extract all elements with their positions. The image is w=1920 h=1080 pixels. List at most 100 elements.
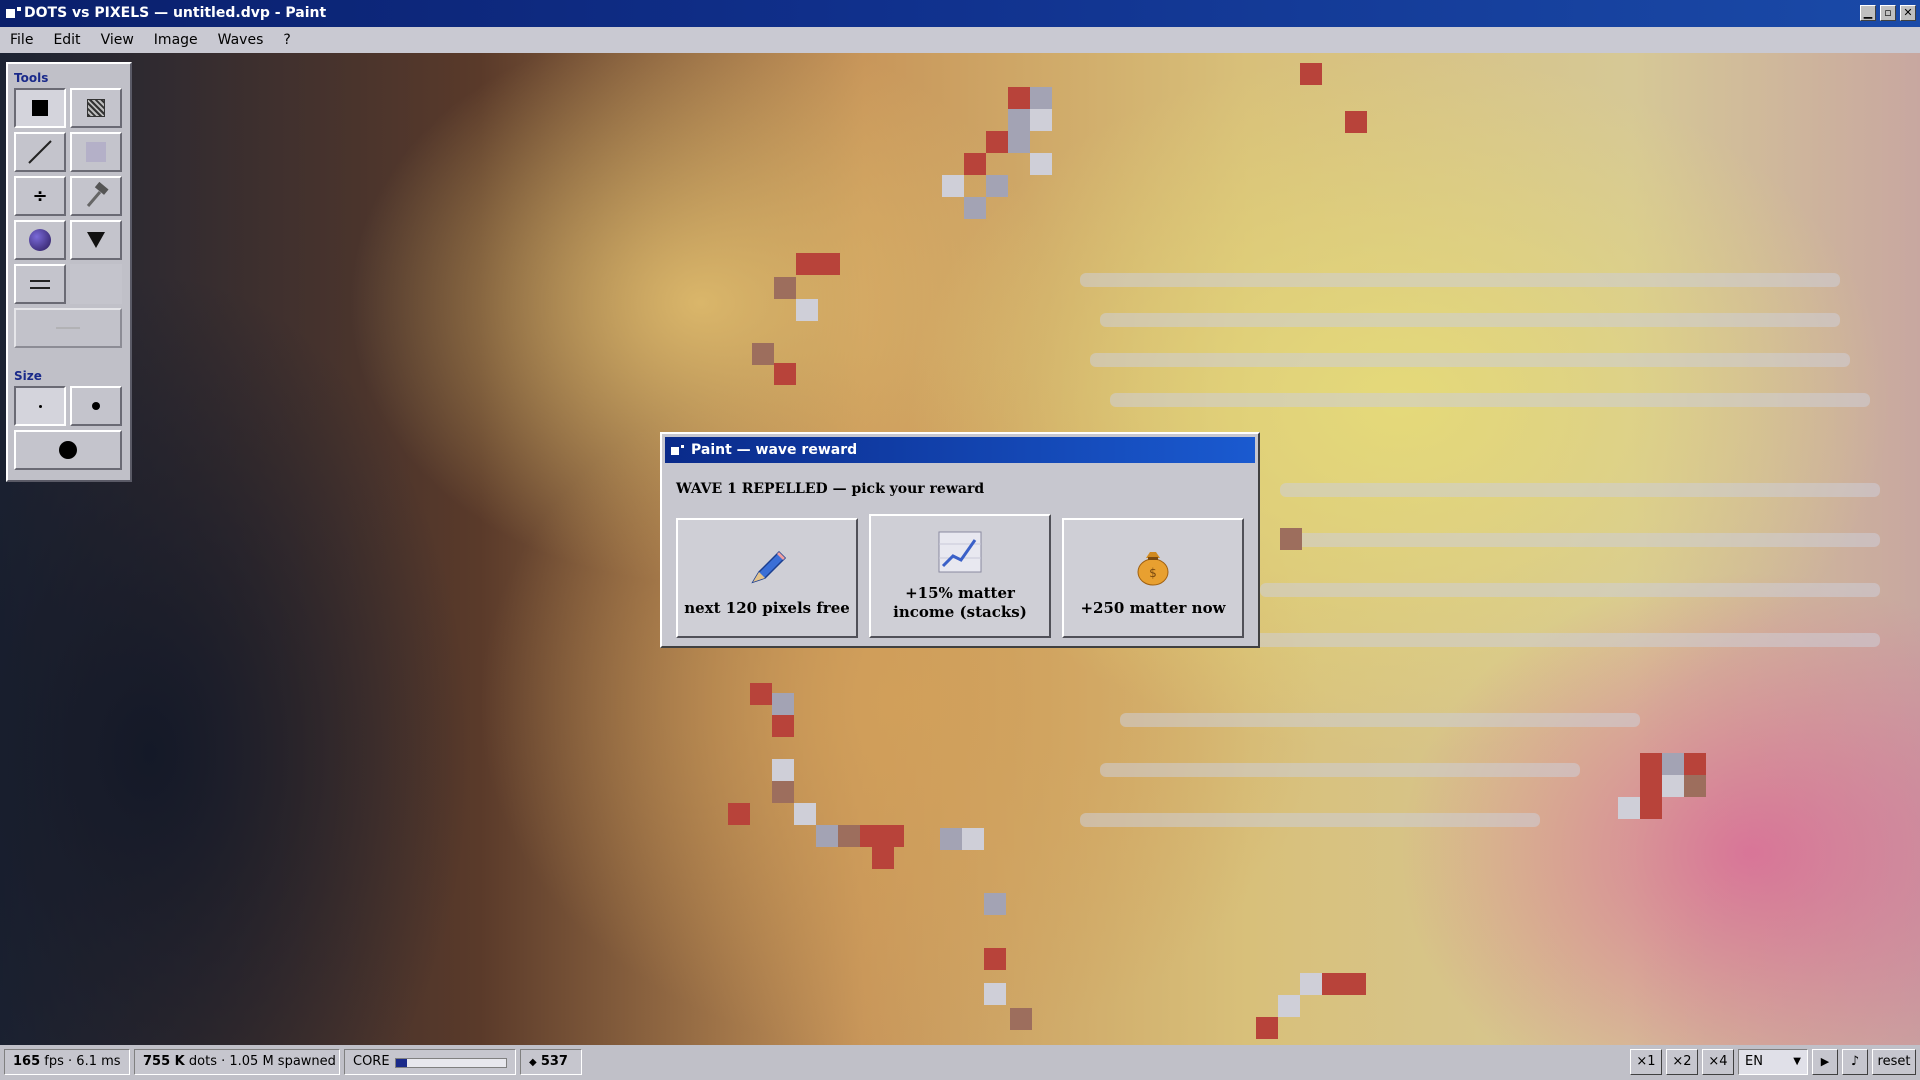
pencil-icon: [751, 550, 787, 584]
svg-text:$: $: [1149, 566, 1157, 580]
dot-stream: [1100, 313, 1840, 327]
menu-image[interactable]: Image: [144, 32, 208, 48]
painted-pixel: [984, 983, 1006, 1005]
painted-pixel: [772, 781, 794, 803]
dot-stream: [1240, 633, 1880, 647]
painted-pixel: [1008, 87, 1030, 109]
bomb-tool[interactable]: [14, 220, 66, 260]
play-button[interactable]: ▶: [1812, 1049, 1838, 1075]
matter-value: 537: [540, 1054, 568, 1069]
painted-pixel: [1008, 109, 1030, 131]
reset-button[interactable]: reset: [1872, 1049, 1916, 1075]
painted-pixel: [1345, 111, 1367, 133]
painted-pixel: [986, 175, 1008, 197]
reward-label: +250 matter now: [1080, 599, 1226, 617]
matter-readout: ◆ 537: [520, 1049, 582, 1075]
speed-x2-button[interactable]: ×2: [1666, 1049, 1698, 1075]
size-medium-button[interactable]: [70, 386, 122, 426]
music-note-icon: ♪: [1850, 1054, 1860, 1069]
funnel-tool[interactable]: [70, 220, 122, 260]
close-button[interactable]: ✕: [1900, 5, 1916, 21]
music-toggle-button[interactable]: ♪: [1842, 1049, 1868, 1075]
window-controls: ▁ ▫ ✕: [1860, 5, 1916, 21]
painted-pixel: [1662, 753, 1684, 775]
fps-unit: fps: [44, 1054, 64, 1069]
painted-pixel: [1684, 775, 1706, 797]
painted-pixel: [984, 893, 1006, 915]
size-small-button[interactable]: [14, 386, 66, 426]
menu-help[interactable]: ?: [273, 32, 300, 48]
painted-pixel: [752, 343, 774, 365]
money-bag-icon: $: [1137, 552, 1169, 586]
double-line-tool-icon: [30, 279, 50, 289]
dot-stream: [1120, 713, 1640, 727]
menu-edit[interactable]: Edit: [43, 32, 90, 48]
painted-pixel: [796, 253, 818, 275]
reward-income-button[interactable]: +15% matter income (stacks): [869, 514, 1051, 638]
painted-pixel: [1640, 753, 1662, 775]
painted-pixel: [772, 693, 794, 715]
dialog-heading: WAVE 1 REPELLED — pick your reward: [676, 481, 985, 497]
diamond-icon: ◆: [529, 1057, 537, 1068]
painted-pixel: [1008, 131, 1030, 153]
bomb-tool-icon: [29, 229, 51, 251]
size-medium-icon: [92, 402, 100, 410]
ghost-pixel-tool-icon: [86, 142, 106, 162]
double-line-tool[interactable]: [14, 264, 66, 304]
tools-panel: Tools ÷ Size: [6, 62, 132, 482]
line-tool[interactable]: [14, 132, 66, 172]
core-health: CORE: [344, 1049, 516, 1075]
painted-pixel: [1010, 1008, 1032, 1030]
painted-pixel: [860, 825, 882, 847]
menu-bar: File Edit View Image Waves ?: [0, 27, 1920, 53]
dots-unit: dots: [188, 1054, 217, 1069]
painted-pixel: [750, 683, 772, 705]
speed-x4-button[interactable]: ×4: [1702, 1049, 1734, 1075]
painted-pixel: [962, 828, 984, 850]
title-bar: DOTS vs PIXELS — untitled.dvp - Paint ▁ …: [0, 0, 1920, 27]
minimize-button[interactable]: ▁: [1860, 5, 1876, 21]
maximize-button[interactable]: ▫: [1880, 5, 1896, 21]
ghost-pixel-tool[interactable]: [70, 132, 122, 172]
dot-stream: [1080, 813, 1540, 827]
dialog-title: Paint — wave reward: [691, 442, 858, 458]
size-label: Size: [14, 369, 42, 383]
line-tool-icon: [28, 140, 52, 164]
app-icon: [6, 7, 21, 18]
speed-x1-button[interactable]: ×1: [1630, 1049, 1662, 1075]
painted-pixel: [1300, 973, 1322, 995]
mesh-pixel-tool[interactable]: [70, 88, 122, 128]
hammer-tool[interactable]: [70, 176, 122, 216]
painted-pixel: [942, 175, 964, 197]
painted-pixel: [882, 825, 904, 847]
menu-waves[interactable]: Waves: [208, 32, 274, 48]
empty-tool-slot: [70, 264, 122, 304]
dot-stream: [1090, 353, 1850, 367]
language-value: EN: [1745, 1054, 1763, 1069]
dot-stream: [1280, 483, 1880, 497]
painted-pixel: [964, 153, 986, 175]
size-large-button[interactable]: [14, 430, 122, 470]
chart-icon: [938, 531, 982, 573]
painted-pixel: [1256, 1017, 1278, 1039]
painted-pixel: [1030, 153, 1052, 175]
painted-pixel: [1684, 753, 1706, 775]
reward-matter-now-button[interactable]: $ +250 matter now: [1062, 518, 1244, 638]
painted-pixel: [1030, 87, 1052, 109]
painted-pixel: [1640, 775, 1662, 797]
painted-pixel: [872, 847, 894, 869]
painted-pixel: [986, 131, 1008, 153]
menu-file[interactable]: File: [0, 32, 43, 48]
painted-pixel: [1300, 63, 1322, 85]
solid-pixel-tool[interactable]: [14, 88, 66, 128]
fps-readout: 165 fps · 6.1 ms: [4, 1049, 130, 1075]
menu-view[interactable]: View: [91, 32, 144, 48]
dots-readout: 755 K dots · 1.05 M spawned: [134, 1049, 340, 1075]
size-large-icon: [59, 441, 77, 459]
solid-pixel-tool-icon: [32, 100, 48, 116]
tools-label: Tools: [14, 71, 49, 85]
reward-free-pixels-button[interactable]: next 120 pixels free: [676, 518, 858, 638]
split-tool[interactable]: ÷: [14, 176, 66, 216]
painted-pixel: [964, 197, 986, 219]
language-select[interactable]: EN ▼: [1738, 1049, 1808, 1075]
